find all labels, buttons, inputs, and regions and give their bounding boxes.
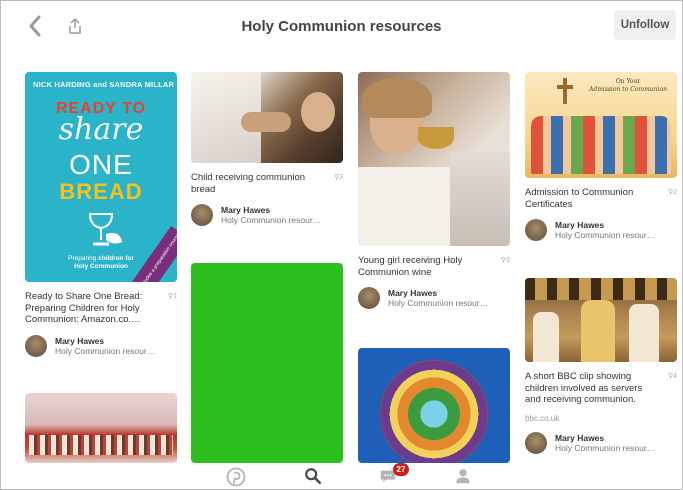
book-title-line4: BREAD <box>59 179 143 204</box>
white-dress-shape <box>358 167 458 246</box>
priest-figure <box>581 300 615 362</box>
pin-description-text: Child receiving communion bread <box>191 172 306 195</box>
pin-description: A short BBC clip showing children involv… <box>525 371 677 406</box>
pin-card[interactable] <box>25 393 177 463</box>
cross-icon <box>557 78 573 104</box>
search-icon[interactable] <box>304 467 322 485</box>
repin-count-value: 3 <box>506 257 510 264</box>
pinner-name[interactable]: Mary Hawes <box>555 220 655 230</box>
church-altar-photo[interactable] <box>525 278 677 362</box>
pinner-board[interactable]: Holy Communion resour… <box>221 215 321 225</box>
avatar[interactable] <box>25 334 47 357</box>
top-bar: Holy Communion resources Unfollow <box>1 1 682 55</box>
pin-card[interactable] <box>191 263 343 463</box>
pinner-info[interactable]: Mary Hawes Holy Communion resour… <box>525 431 677 454</box>
unfollow-button[interactable]: Unfollow <box>614 10 676 40</box>
certificate-image[interactable]: On Your Admission to Communion <box>525 72 677 178</box>
avatar[interactable] <box>191 204 213 226</box>
pin-card[interactable]: On Your Admission to Communion Admission… <box>525 72 677 241</box>
mosaic-artwork-image[interactable] <box>358 348 510 463</box>
certificate-heading: On Your Admission to Communion <box>587 78 669 118</box>
book-title-line3: ONE <box>69 149 133 180</box>
pinner-info[interactable]: Mary Hawes Holy Communion resour… <box>25 334 177 357</box>
server-figure-2 <box>629 304 659 362</box>
pinner-name[interactable]: Mary Hawes <box>388 288 488 298</box>
repin-count-value: 3 <box>339 174 343 181</box>
pinner-name[interactable]: Mary Hawes <box>555 433 655 443</box>
book-title-line2: share <box>58 112 144 147</box>
pinterest-icon[interactable] <box>226 467 246 487</box>
communion-wine-photo[interactable] <box>358 72 510 246</box>
dolls-row <box>29 435 173 455</box>
children-illustration <box>531 116 671 174</box>
pin-description: Admission to Communion Certificates ⚲2 <box>525 187 677 210</box>
hands-shape <box>241 112 291 132</box>
pin-card[interactable] <box>358 348 510 463</box>
mosaic-circle <box>380 360 488 463</box>
pinner-info[interactable]: Mary Hawes Holy Communion resour… <box>525 219 677 241</box>
book-authors: NICK HARDING and SANDRA MILLAR <box>33 80 175 89</box>
pinner-name[interactable]: Mary Hawes <box>221 205 321 215</box>
repin-count-value: 2 <box>673 189 677 196</box>
profile-icon[interactable] <box>454 467 472 485</box>
pinner-board[interactable]: Holy Communion resour… <box>388 298 488 308</box>
certificate-heading-a: On Your <box>615 78 641 85</box>
child-face-shape <box>301 92 335 132</box>
avatar[interactable] <box>358 287 380 309</box>
dolls-image[interactable] <box>25 393 177 463</box>
communion-bread-photo[interactable] <box>191 72 343 163</box>
certificate-heading-b: Admission to Communion <box>589 86 667 93</box>
book-subtitle-a: Preparing <box>68 255 97 262</box>
book-subtitle-c: Holy Communion <box>74 263 128 270</box>
pin-description: Young girl receiving Holy Communion wine… <box>358 255 510 278</box>
pin-description: Child receiving communion bread ⚲3 <box>191 172 343 195</box>
book-subtitle-b: children for <box>98 255 134 262</box>
book-cover-image[interactable]: NICK HARDING and SANDRA MILLAR READY TO … <box>25 72 177 282</box>
pin-card[interactable]: Child receiving communion bread ⚲3 Mary … <box>191 72 343 226</box>
pinner-board[interactable]: Holy Communion resour… <box>555 443 655 453</box>
chalice-shape <box>418 127 454 149</box>
page-title: Holy Communion resources <box>241 18 442 35</box>
altar-panels <box>525 278 677 300</box>
avatar[interactable] <box>525 431 547 454</box>
pinner-name[interactable]: Mary Hawes <box>55 336 155 346</box>
pin-source-domain[interactable]: bbc.co.uk <box>525 414 677 423</box>
chalice-icon <box>88 213 122 246</box>
repin-count: ⚲2 <box>667 189 677 196</box>
repin-count-value: 1 <box>173 293 177 300</box>
pin-description-text: Admission to Communion Certificates <box>525 187 634 210</box>
pin-description-text: Ready to Share One Bread: Preparing Chil… <box>25 291 143 325</box>
green-image-placeholder[interactable] <box>191 263 343 463</box>
repin-count: ⚲3 <box>333 174 343 181</box>
pinner-info[interactable]: Mary Hawes Holy Communion resour… <box>191 204 343 226</box>
pinner-board[interactable]: Holy Communion resour… <box>555 230 655 240</box>
book-corner-flag: includes a preparation course <box>130 226 177 282</box>
pin-description: Ready to Share One Bread: Preparing Chil… <box>25 291 177 326</box>
pin-description-text: A short BBC clip showing children involv… <box>525 371 643 405</box>
pin-card[interactable]: NICK HARDING and SANDRA MILLAR READY TO … <box>25 72 177 357</box>
pinner-info[interactable]: Mary Hawes Holy Communion resour… <box>358 287 510 309</box>
repin-count: ⚲3 <box>500 257 510 264</box>
sleeve-shape <box>450 152 510 246</box>
pinner-board[interactable]: Holy Communion resour… <box>55 346 155 356</box>
bottom-nav-bar: 27 <box>1 463 682 489</box>
pin-card[interactable]: Young girl receiving Holy Communion wine… <box>358 72 510 309</box>
notification-badge: 27 <box>393 463 409 476</box>
pin-card[interactable]: A short BBC clip showing children involv… <box>525 278 677 454</box>
server-figure-1 <box>533 312 559 362</box>
repin-count: ⚲1 <box>167 293 177 300</box>
avatar[interactable] <box>525 219 547 241</box>
pin-description-text: Young girl receiving Holy Communion wine <box>358 255 463 278</box>
girl-hair-shape <box>362 78 432 118</box>
repin-count-value: 4 <box>673 373 677 380</box>
repin-count: ⚲4 <box>667 373 677 380</box>
